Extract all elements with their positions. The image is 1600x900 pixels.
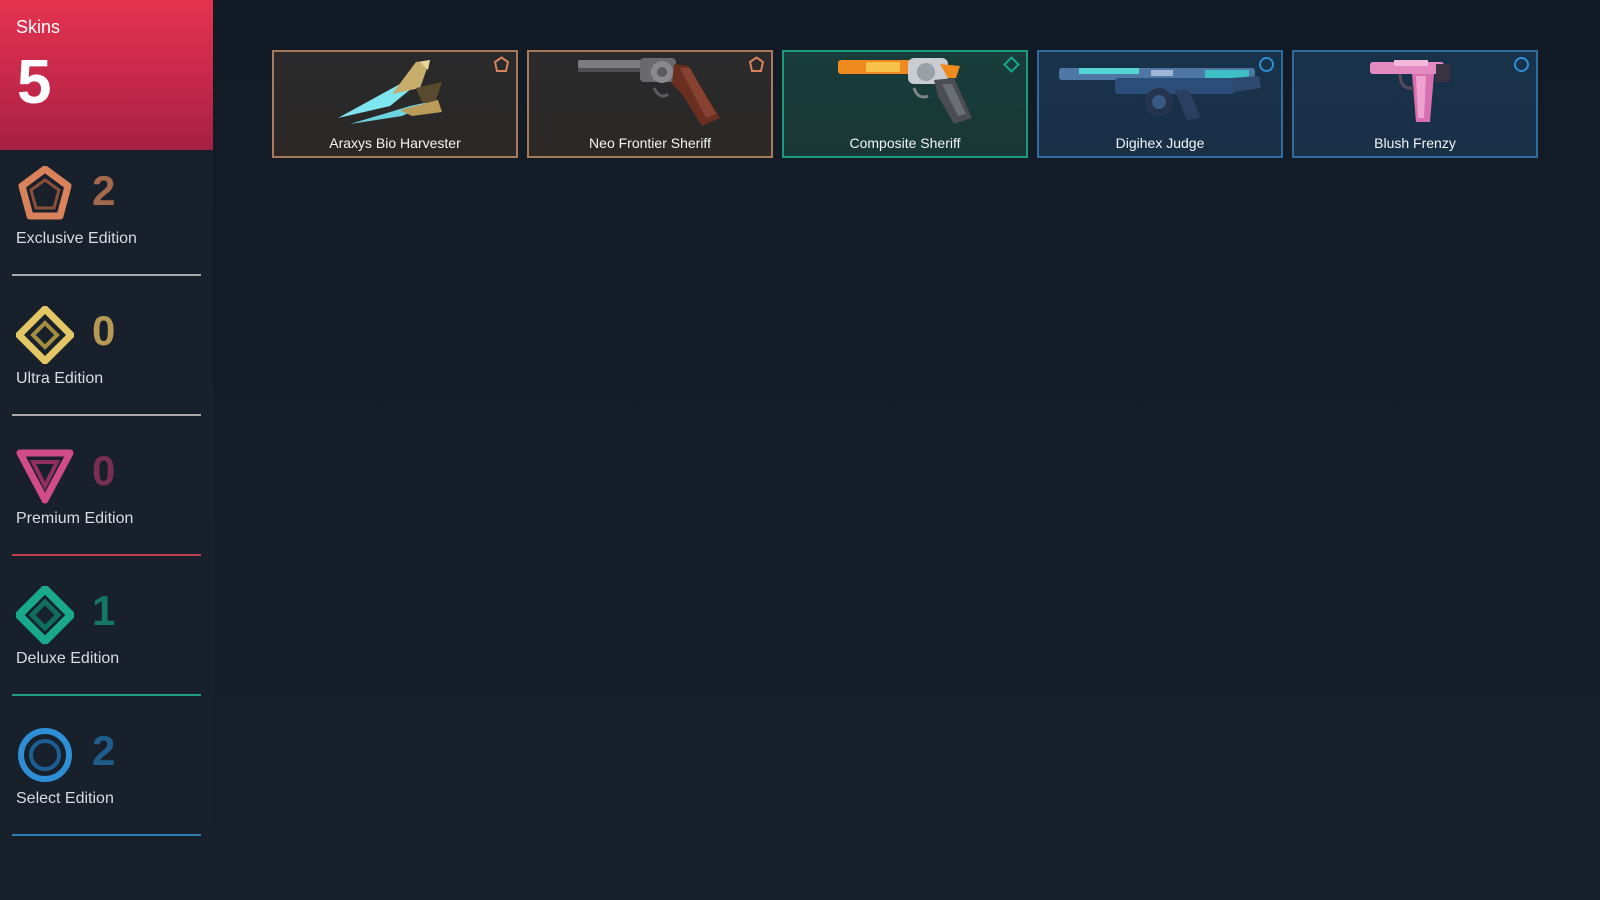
deluxe-edition-count: 1 [92, 587, 116, 634]
tier-select-edition[interactable]: 2 Select Edition [12, 726, 201, 836]
tier-summary-sidebar: Skins 5 2 Exclusive Edition 0 Ultra Edit… [0, 0, 213, 900]
skin-name: Blush Frenzy [1374, 135, 1456, 151]
deluxe-edition-label: Deluxe Edition [16, 650, 120, 667]
ultra-edition-count: 0 [92, 307, 116, 354]
exclusive-edition-icon [748, 56, 765, 73]
tier-ultra-edition[interactable]: 0 Ultra Edition [12, 306, 201, 416]
deluxe-edition-icon [1003, 56, 1020, 73]
bio-harvester-knife-icon [274, 54, 516, 130]
tier-exclusive-edition[interactable]: 2 Exclusive Edition [12, 166, 201, 276]
deluxe-edition-icon [16, 586, 74, 644]
select-edition-count: 2 [92, 727, 116, 774]
ultra-edition-label: Ultra Edition [16, 370, 104, 387]
premium-edition-icon [16, 446, 74, 504]
skin-card-neo-frontier-sheriff[interactable]: Neo Frontier Sheriff [527, 50, 773, 158]
skin-card-araxys-bio-harvester[interactable]: Araxys Bio Harvester [272, 50, 518, 158]
total-skins-label: Skins [16, 17, 61, 37]
select-edition-icon [16, 726, 74, 784]
skin-card-composite-sheriff[interactable]: Composite Sheriff [782, 50, 1028, 158]
skin-card-blush-frenzy[interactable]: Blush Frenzy [1292, 50, 1538, 158]
skin-name: Composite Sheriff [849, 135, 961, 151]
ultra-edition-icon [16, 306, 74, 364]
exclusive-edition-icon [493, 56, 510, 73]
revolver-icon [529, 54, 771, 130]
premium-edition-label: Premium Edition [16, 510, 134, 527]
exclusive-edition-count: 2 [92, 167, 116, 214]
select-edition-label: Select Edition [16, 790, 114, 807]
tier-deluxe-edition[interactable]: 1 Deluxe Edition [12, 586, 201, 696]
tier-premium-edition[interactable]: 0 Premium Edition [12, 446, 201, 556]
skin-name: Neo Frontier Sheriff [589, 135, 711, 151]
skin-name: Digihex Judge [1115, 135, 1205, 151]
skin-name: Araxys Bio Harvester [329, 135, 461, 151]
premium-edition-count: 0 [92, 447, 116, 494]
exclusive-edition-icon [16, 166, 74, 224]
skin-card-grid: Araxys Bio Harvester Neo Frontier Sherif… [272, 50, 1538, 158]
total-skins-count: 5 [17, 48, 52, 117]
select-edition-icon [1258, 56, 1275, 73]
skins-collection-screen: Skins 5 2 Exclusive Edition 0 Ultra Edit… [0, 0, 1600, 900]
skin-card-digihex-judge[interactable]: Digihex Judge [1037, 50, 1283, 158]
total-skins-panel: Skins 5 [0, 0, 213, 150]
select-edition-icon [1513, 56, 1530, 73]
pink-pistol-icon [1294, 54, 1536, 130]
orange-revolver-icon [784, 54, 1026, 130]
exclusive-edition-label: Exclusive Edition [16, 230, 137, 247]
shotgun-icon [1039, 54, 1281, 130]
